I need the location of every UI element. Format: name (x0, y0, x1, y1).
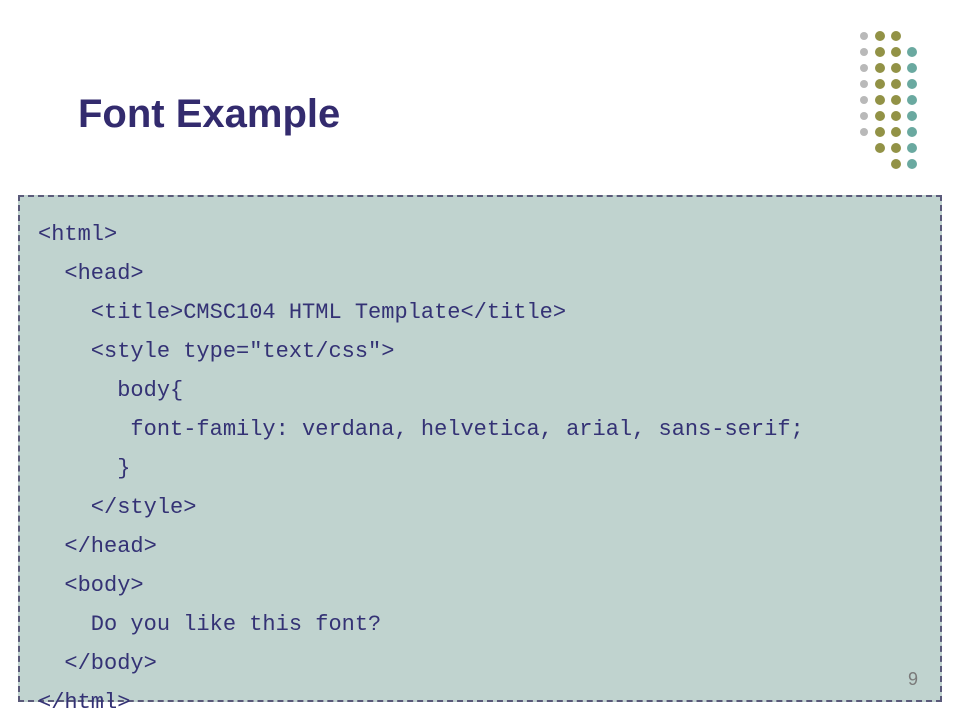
code-line: } (38, 449, 930, 488)
slide-title: Font Example (78, 92, 340, 137)
code-line: </html> (38, 683, 930, 722)
code-block: <html> <head> <title>CMSC104 HTML Templa… (18, 195, 942, 702)
code-line: <style type="text/css"> (38, 332, 930, 371)
code-line: <head> (38, 254, 930, 293)
code-line: </body> (38, 644, 930, 683)
code-line: Do you like this font? (38, 605, 930, 644)
code-line: </head> (38, 527, 930, 566)
corner-decoration (824, 28, 944, 188)
code-line: <html> (38, 215, 930, 254)
code-line: <body> (38, 566, 930, 605)
code-line: font-family: verdana, helvetica, arial, … (38, 410, 930, 449)
code-line: <title>CMSC104 HTML Template</title> (38, 293, 930, 332)
code-line: </style> (38, 488, 930, 527)
code-lines: <html> <head> <title>CMSC104 HTML Templa… (38, 215, 930, 722)
code-line: body{ (38, 371, 930, 410)
page-number: 9 (908, 669, 918, 690)
